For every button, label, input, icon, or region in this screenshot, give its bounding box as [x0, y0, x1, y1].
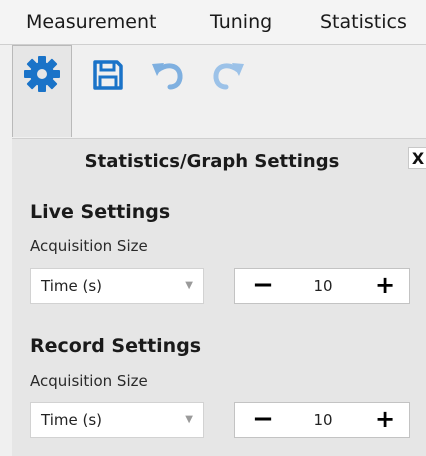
live-increment-button[interactable]: +: [365, 269, 405, 303]
chevron-down-icon: ▼: [185, 414, 193, 425]
record-acquisition-label: Acquisition Size: [30, 372, 148, 390]
record-settings-heading: Record Settings: [30, 335, 202, 357]
redo-button[interactable]: [200, 49, 256, 105]
record-acquisition-stepper: − 10 +: [234, 402, 410, 438]
live-decrement-button[interactable]: −: [243, 269, 283, 303]
save-button[interactable]: [80, 49, 136, 105]
menu-statistics[interactable]: Statistics: [320, 0, 407, 44]
redo-icon: [209, 58, 247, 96]
record-decrement-button[interactable]: −: [243, 403, 283, 437]
live-acquisition-label: Acquisition Size: [30, 237, 148, 255]
record-stepper-value[interactable]: 10: [295, 403, 351, 437]
undo-button[interactable]: [140, 49, 196, 105]
gear-icon: [22, 54, 62, 98]
panel-title: Statistics/Graph Settings: [84, 151, 340, 172]
live-select-value: Time (s): [41, 277, 102, 295]
chevron-down-icon: ▼: [185, 280, 193, 291]
live-stepper-value[interactable]: 10: [295, 269, 351, 303]
menu-measurement[interactable]: Measurement: [26, 0, 156, 44]
record-acquisition-select[interactable]: Time (s) ▼: [30, 402, 204, 438]
graph-settings-panel: Statistics/Graph Settings X Live Setting…: [12, 138, 426, 456]
app-window: Measurement Tuning Statistics Statistics…: [0, 0, 426, 456]
menu-bar: Measurement Tuning Statistics: [0, 0, 426, 45]
close-button[interactable]: X: [408, 147, 426, 169]
menu-tuning[interactable]: Tuning: [210, 0, 272, 44]
settings-button[interactable]: [12, 45, 72, 137]
save-icon: [91, 58, 125, 96]
live-acquisition-select[interactable]: Time (s) ▼: [30, 268, 204, 304]
live-acquisition-stepper: − 10 +: [234, 268, 410, 304]
undo-icon: [149, 58, 187, 96]
record-increment-button[interactable]: +: [365, 403, 405, 437]
record-select-value: Time (s): [41, 411, 102, 429]
live-settings-heading: Live Settings: [30, 201, 171, 223]
toolbar: [0, 45, 426, 139]
